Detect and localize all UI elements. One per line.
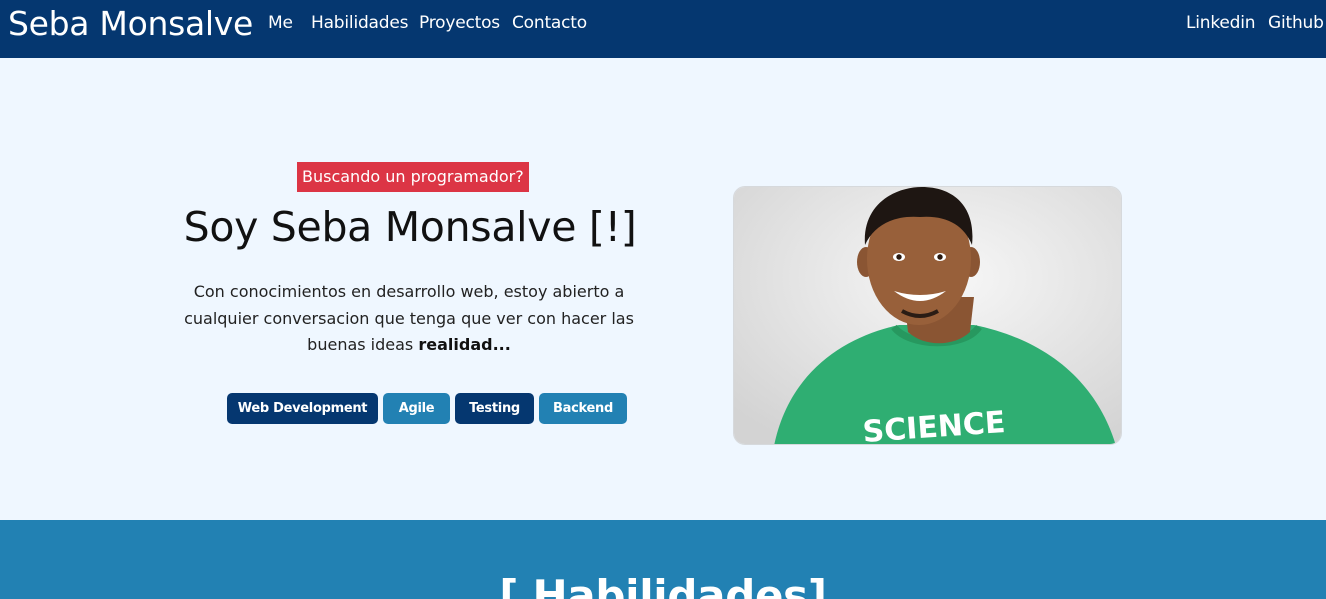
top-navbar: Seba Monsalve Me Habilidades Proyectos C…: [0, 0, 1326, 58]
tagline-badge: Buscando un programador?: [297, 162, 529, 192]
nav-link-me[interactable]: Me: [268, 12, 293, 34]
nav-link-github[interactable]: Github: [1268, 12, 1324, 34]
hero-headline: Soy Seba Monsalve [!]: [183, 203, 637, 251]
hero-intro-text: Con conocimientos en desarrollo web, est…: [184, 279, 634, 359]
tag-testing: Testing: [455, 393, 534, 424]
profile-photo: SCIENCE: [733, 186, 1122, 445]
nav-link-contacto[interactable]: Contacto: [512, 12, 587, 34]
hero-section: Buscando un programador? Soy Seba Monsal…: [0, 58, 1326, 520]
nav-link-habilidades[interactable]: Habilidades: [311, 12, 408, 34]
tag-agile: Agile: [383, 393, 450, 424]
intro-bold-text: realidad...: [418, 335, 511, 354]
nav-link-linkedin[interactable]: Linkedin: [1186, 12, 1256, 34]
intro-text: Con conocimientos en desarrollo web, est…: [184, 282, 634, 354]
skills-section: [ Habilidades]: [0, 520, 1326, 599]
tag-web-development: Web Development: [227, 393, 378, 424]
profile-photo-illustration: SCIENCE: [734, 187, 1121, 444]
brand-logo-link[interactable]: Seba Monsalve: [8, 4, 253, 44]
nav-link-proyectos[interactable]: Proyectos: [419, 12, 500, 34]
tag-backend: Backend: [539, 393, 627, 424]
skills-title: [ Habilidades]: [499, 571, 827, 599]
